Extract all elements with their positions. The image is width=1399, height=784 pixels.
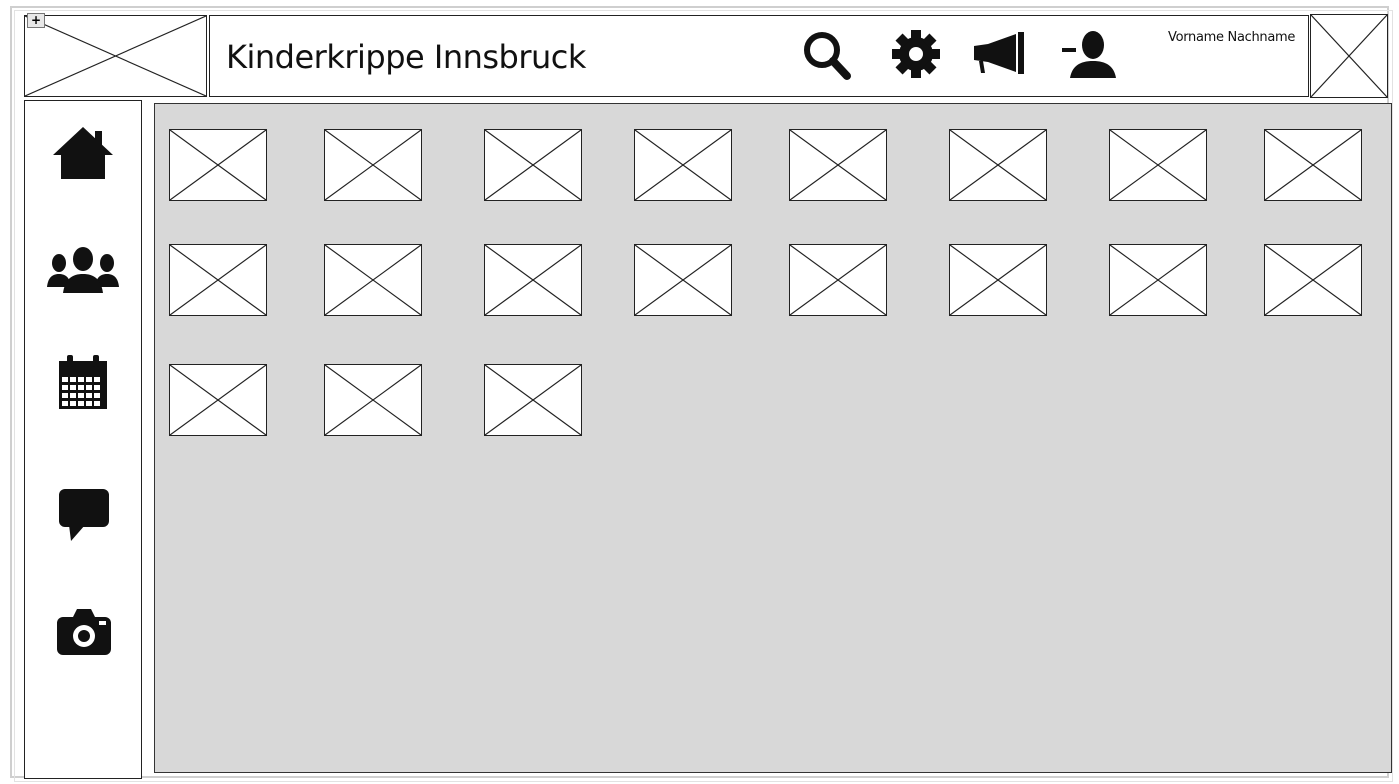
image-placeholder[interactable] bbox=[1109, 244, 1207, 316]
camera-icon bbox=[57, 609, 111, 655]
user-remove-icon[interactable] bbox=[1060, 28, 1116, 84]
sidebar-item-home[interactable] bbox=[45, 121, 121, 191]
image-placeholder[interactable] bbox=[169, 244, 267, 316]
image-placeholder[interactable] bbox=[324, 129, 422, 201]
image-placeholder[interactable] bbox=[169, 129, 267, 201]
image-placeholder[interactable] bbox=[949, 244, 1047, 316]
home-icon bbox=[53, 127, 113, 179]
image-placeholder[interactable] bbox=[324, 244, 422, 316]
search-icon[interactable] bbox=[798, 28, 854, 84]
image-placeholder[interactable] bbox=[484, 129, 582, 201]
image-placeholder[interactable] bbox=[949, 129, 1047, 201]
sidebar-item-groups[interactable] bbox=[45, 241, 121, 311]
image-placeholder[interactable] bbox=[484, 244, 582, 316]
page-title: Kinderkrippe Innsbruck bbox=[226, 38, 586, 76]
sidebar bbox=[24, 100, 142, 779]
image-placeholder[interactable] bbox=[1109, 129, 1207, 201]
image-placeholder[interactable] bbox=[484, 364, 582, 436]
image-placeholder[interactable] bbox=[789, 244, 887, 316]
sidebar-item-photos[interactable] bbox=[45, 601, 121, 671]
image-placeholder[interactable] bbox=[1264, 244, 1362, 316]
sidebar-item-messages[interactable] bbox=[45, 483, 121, 553]
add-button[interactable]: + bbox=[27, 13, 45, 28]
chat-icon bbox=[59, 489, 109, 541]
image-placeholder[interactable] bbox=[324, 364, 422, 436]
user-name[interactable]: Vorname Nachname bbox=[1168, 30, 1295, 45]
logo-placeholder[interactable] bbox=[24, 15, 207, 97]
image-placeholder[interactable] bbox=[634, 129, 732, 201]
megaphone-icon[interactable] bbox=[970, 28, 1026, 84]
image-placeholder[interactable] bbox=[634, 244, 732, 316]
gear-icon[interactable] bbox=[888, 28, 944, 84]
image-placeholder[interactable] bbox=[789, 129, 887, 201]
avatar-placeholder[interactable] bbox=[1310, 14, 1388, 98]
header-bar: Kinderkrippe Innsbruck Vorname Nachname bbox=[209, 15, 1309, 97]
sidebar-item-calendar[interactable] bbox=[45, 351, 121, 421]
content-area bbox=[154, 103, 1392, 773]
calendar-icon bbox=[59, 355, 107, 409]
image-placeholder[interactable] bbox=[1264, 129, 1362, 201]
image-placeholder[interactable] bbox=[169, 364, 267, 436]
users-icon bbox=[47, 247, 119, 293]
